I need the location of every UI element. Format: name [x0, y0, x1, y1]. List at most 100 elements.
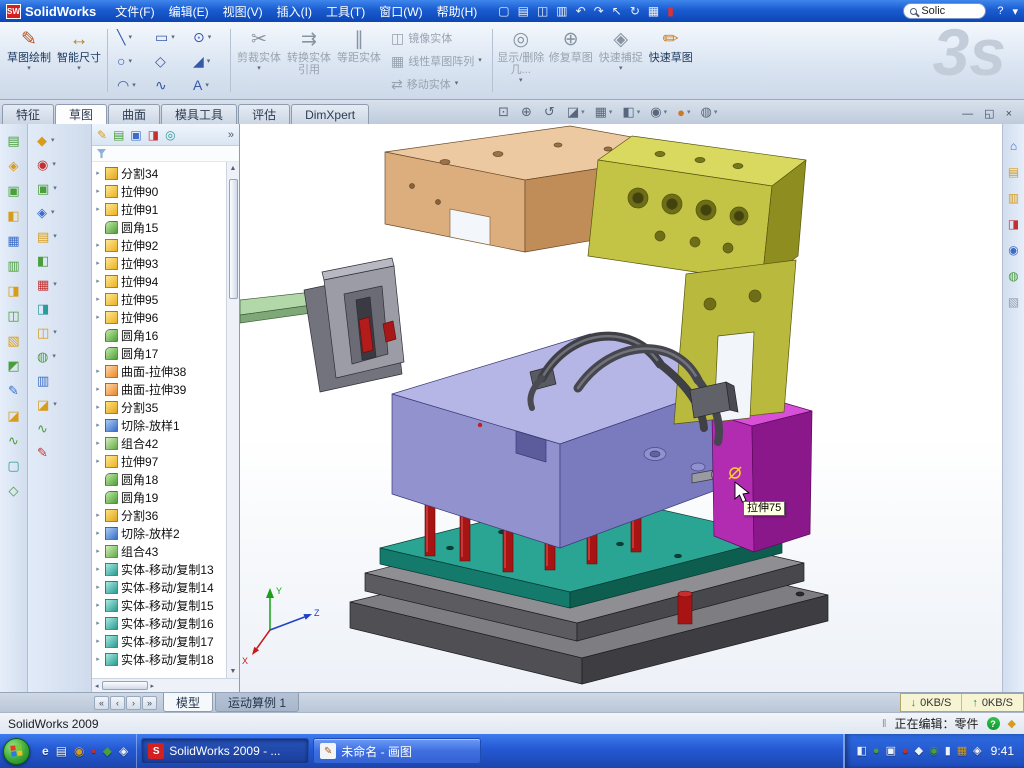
tree-item[interactable]: ▸ 拉伸94 [94, 272, 224, 290]
design-library-icon[interactable]: ▤ [1008, 166, 1019, 178]
tree-item[interactable]: 圆角15 [94, 218, 224, 236]
tree-item[interactable]: ▸ 实体-移动/复制15 [94, 596, 224, 614]
tray-icon[interactable]: ◈ [973, 746, 981, 757]
left-toolbar-flyout[interactable]: ◍ ▾ [37, 350, 56, 363]
menu-item[interactable]: 帮助(H) [430, 1, 485, 22]
document-tab[interactable]: 运动算例 1 [215, 693, 299, 712]
ribbon-button[interactable]: 剪裁实体 ▾ [234, 24, 284, 97]
tree-item[interactable]: ▸ 拉伸96 [94, 308, 224, 326]
apply-scene-icon[interactable]: ◍ ▾ [700, 104, 717, 120]
file-explorer-icon[interactable]: ▥ [1008, 192, 1019, 204]
undo-icon[interactable]: ↶ [576, 5, 586, 17]
header-overflow-chevron[interactable]: » [228, 129, 234, 141]
new-document-icon[interactable]: ▢ [498, 5, 509, 17]
featuremanager-tab-icon[interactable]: ✎ [97, 128, 107, 142]
tree-item[interactable]: ▸ 曲面-拉伸38 [94, 362, 224, 380]
left-toolbar-flyout[interactable]: ✎ [37, 446, 52, 459]
scroll-right-arrow[interactable]: ▸ [151, 682, 155, 690]
quick-tips-icon[interactable]: ? [987, 717, 1000, 730]
menu-item[interactable]: 窗口(W) [372, 1, 429, 22]
left-toolbar-icon[interactable]: ◇ [9, 484, 19, 497]
left-toolbar-icon[interactable]: ◈ [9, 159, 19, 172]
ribbon-button[interactable]: 智能尺寸 ▾ [54, 24, 104, 97]
doc-close-button[interactable]: × [1006, 108, 1012, 120]
menu-item[interactable]: 插入(I) [270, 1, 319, 22]
command-tab[interactable]: DimXpert [291, 104, 369, 124]
left-toolbar-flyout[interactable]: ▥ [37, 374, 53, 387]
tree-item[interactable]: 圆角19 [94, 488, 224, 506]
tree-item[interactable]: ▸ 切除-放样2 [94, 524, 224, 542]
left-toolbar-icon[interactable]: ▣ [7, 184, 19, 197]
left-toolbar-icon[interactable]: ∿ [8, 434, 19, 447]
zoom-fit-icon[interactable]: ⊡ [498, 104, 511, 120]
scene-icon[interactable]: ◍ [1008, 270, 1018, 282]
expand-arrow-icon[interactable]: ▸ [94, 367, 102, 375]
left-toolbar-icon[interactable]: ▢ [7, 459, 19, 472]
ribbon-button[interactable]: 移动实体 ▾ [386, 73, 487, 94]
quicklaunch-icon[interactable]: ◈ [119, 745, 128, 757]
expand-arrow-icon[interactable]: ▸ [94, 457, 102, 465]
section-view-icon[interactable]: ◪ ▾ [567, 104, 585, 120]
tree-item[interactable]: ▸ 切除-放样1 [94, 416, 224, 434]
display-style-icon[interactable]: ◧ ▾ [622, 104, 640, 120]
left-toolbar-icon[interactable]: ▦ [7, 234, 19, 247]
tray-icon[interactable]: ◉ [929, 746, 939, 757]
tab-nav-button[interactable]: « [94, 696, 109, 710]
scroll-left-arrow[interactable]: ◂ [95, 682, 99, 690]
taskbar-task-button[interactable]: S SolidWorks 2009 - ... [141, 738, 309, 764]
search-box[interactable] [903, 3, 986, 19]
tree-item[interactable]: 圆角17 [94, 344, 224, 362]
start-button[interactable] [3, 738, 30, 765]
appearances-icon[interactable]: ◉ [1008, 244, 1018, 256]
left-toolbar-icon[interactable]: ▧ [7, 334, 19, 347]
quicklaunch-icon[interactable]: ▤ [56, 745, 67, 757]
ribbon-button[interactable]: 线性草图阵列 ▾ [386, 50, 487, 71]
tree-item[interactable]: ▸ 拉伸93 [94, 254, 224, 272]
expand-arrow-icon[interactable]: ▸ [94, 403, 102, 411]
expand-arrow-icon[interactable]: ▸ [94, 655, 102, 663]
ellipse-tool[interactable]: ⊙ ▾ [189, 25, 225, 49]
tree-horizontal-scrollbar[interactable]: ◂ ▸ [92, 678, 239, 692]
edit-appearance-icon[interactable]: ● ▾ [677, 105, 690, 120]
tree-item[interactable]: ▸ 实体-移动/复制13 [94, 560, 224, 578]
select-icon[interactable]: ↖ [612, 5, 622, 17]
expand-arrow-icon[interactable]: ▸ [94, 547, 102, 555]
left-toolbar-flyout[interactable]: ∿ [37, 422, 52, 435]
tab-nav-button[interactable]: › [126, 696, 141, 710]
ribbon-button[interactable]: 快速草图 [646, 24, 696, 97]
chevron-down-icon[interactable]: ▾ [1012, 5, 1018, 18]
save-icon[interactable]: ◫ [537, 5, 548, 17]
expand-arrow-icon[interactable]: ▸ [94, 565, 102, 573]
status-edge-icon[interactable]: ◆ [1008, 717, 1016, 730]
doc-minimize-button[interactable]: — [962, 108, 973, 120]
menu-item[interactable]: 工具(T) [319, 1, 372, 22]
document-tab[interactable]: 模型 [163, 693, 213, 712]
left-toolbar-flyout[interactable]: ▣ ▾ [37, 182, 57, 195]
display-pane-icon[interactable]: ◎ [165, 128, 175, 142]
left-toolbar-icon[interactable]: ▥ [7, 259, 19, 272]
guide-rod[interactable] [240, 292, 312, 323]
left-toolbar-icon[interactable]: ✎ [8, 384, 19, 397]
tray-icon[interactable]: ▦ [957, 746, 967, 757]
tray-icon[interactable]: ◧ [857, 746, 867, 757]
taskbar-task-button[interactable]: ✎ 未命名 - 画图 [313, 738, 481, 764]
redo-icon[interactable]: ↷ [594, 5, 604, 17]
expand-arrow-icon[interactable]: ▸ [94, 205, 102, 213]
left-toolbar-flyout[interactable]: ◆ ▾ [37, 134, 55, 147]
expand-arrow-icon[interactable]: ▸ [94, 313, 102, 321]
expand-arrow-icon[interactable]: ▸ [94, 385, 102, 393]
zoom-previous-icon[interactable]: ↺ [544, 104, 557, 120]
ribbon-button[interactable]: 等距实体 [334, 24, 384, 97]
expand-arrow-icon[interactable]: ▸ [94, 529, 102, 537]
tab-nav-button[interactable]: ‹ [110, 696, 125, 710]
expand-arrow-icon[interactable]: ▸ [94, 277, 102, 285]
command-tab[interactable]: 草图 [55, 104, 107, 124]
slide-clamp-unit[interactable] [304, 258, 404, 392]
left-toolbar-icon[interactable]: ◫ [7, 309, 19, 322]
ribbon-button[interactable]: 草图绘制 ▾ [4, 24, 54, 97]
ribbon-button[interactable]: 修复草图 [546, 24, 596, 97]
help-icon[interactable]: ? [997, 5, 1003, 17]
rebuild-icon[interactable]: ↻ [630, 5, 640, 17]
tab-nav-button[interactable]: » [142, 696, 157, 710]
tree-item[interactable]: ▸ 实体-移动/复制16 [94, 614, 224, 632]
